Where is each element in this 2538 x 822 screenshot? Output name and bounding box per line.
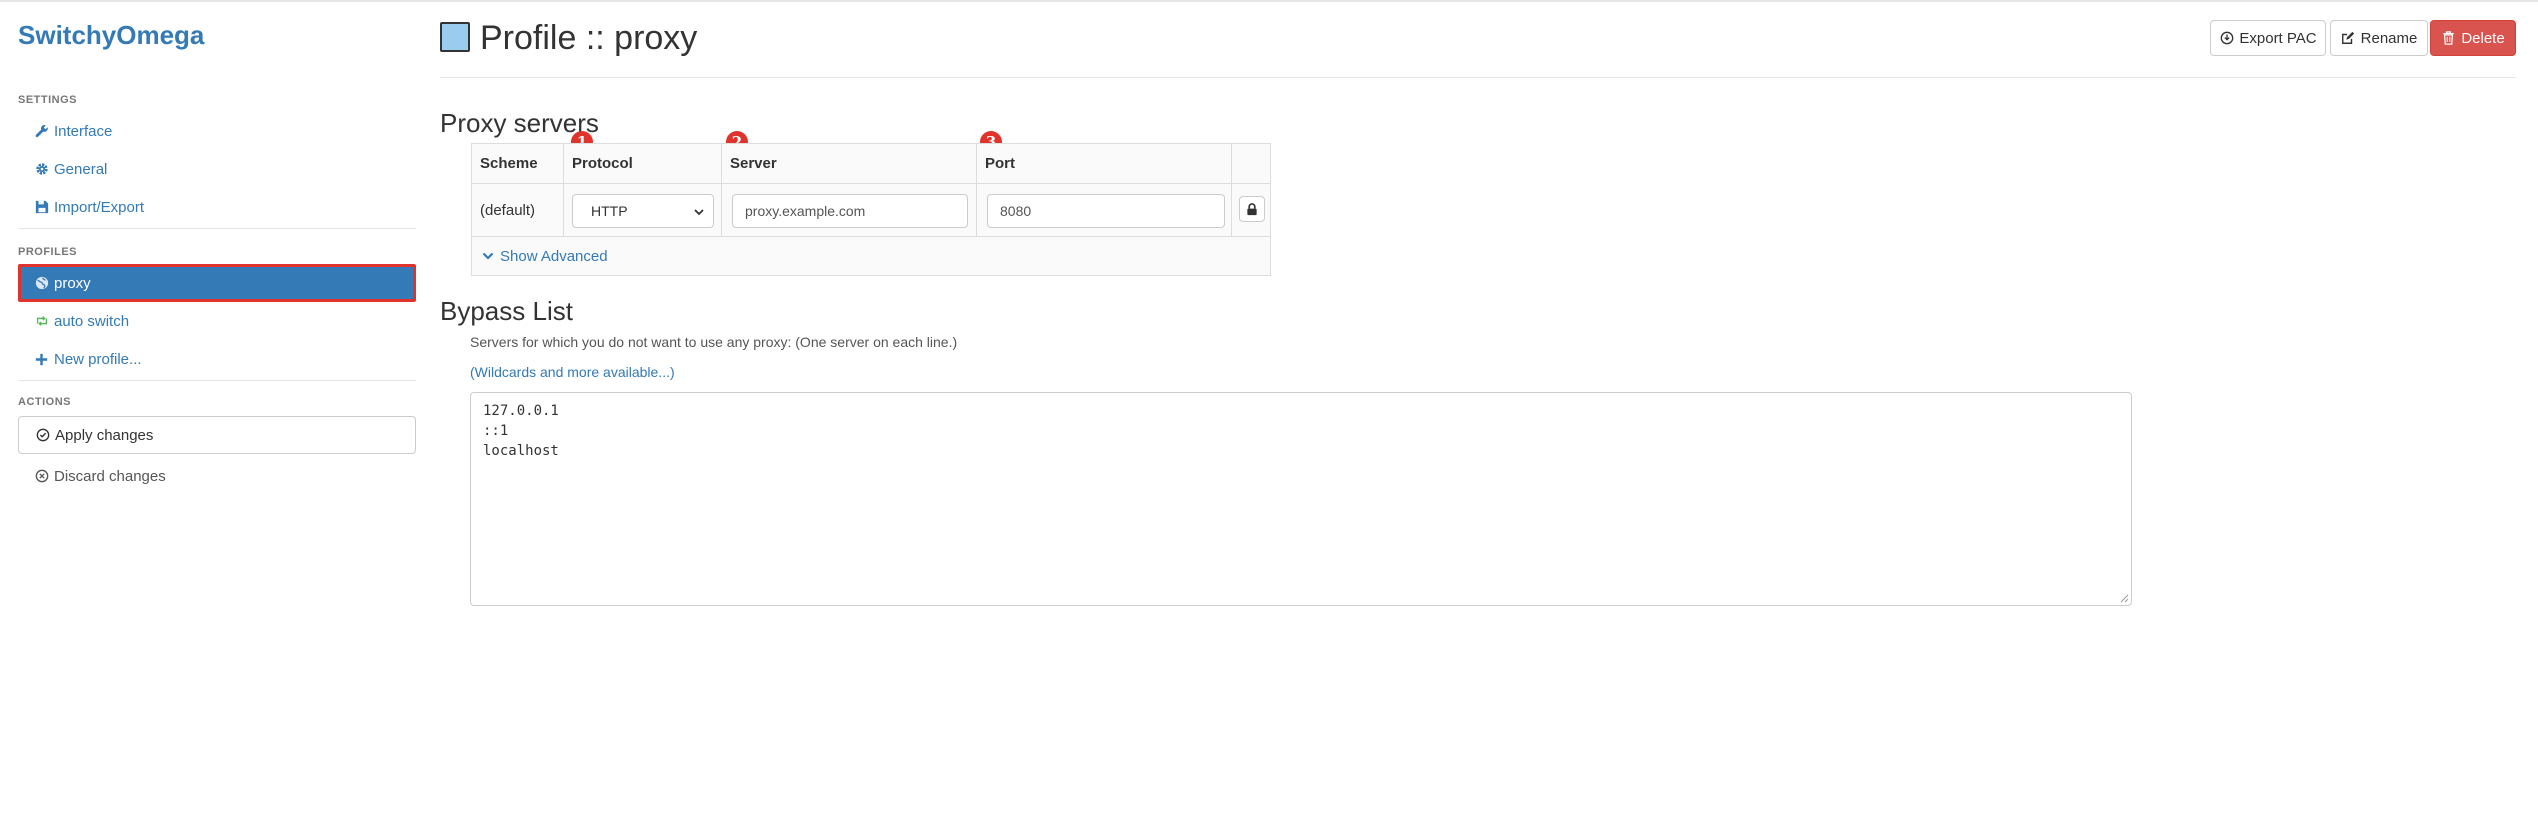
sidebar-item-label: Import/Export xyxy=(54,198,145,216)
port-input[interactable]: 8080 xyxy=(987,194,1225,228)
wildcards-help-link[interactable]: (Wildcards and more available...) xyxy=(470,364,675,380)
column-header-protocol: Protocol xyxy=(564,144,722,183)
globe-icon xyxy=(34,276,49,291)
page-header: Profile :: proxy Export PAC Rename Delet… xyxy=(440,2,2516,78)
export-pac-label: Export PAC xyxy=(2239,29,2317,47)
edit-icon xyxy=(2341,31,2356,46)
sidebar-divider xyxy=(18,228,416,229)
sidebar-divider xyxy=(18,380,416,381)
sidebar-item-label: New profile... xyxy=(54,350,142,368)
bypass-list-title: Bypass List xyxy=(440,296,573,326)
download-circle-icon xyxy=(2219,31,2234,46)
retweet-icon xyxy=(34,314,49,329)
export-pac-button[interactable]: Export PAC xyxy=(2210,20,2326,56)
show-advanced-toggle[interactable]: Show Advanced xyxy=(482,244,608,268)
sidebar: SwitchyOmega SETTINGS Interface General … xyxy=(0,2,424,822)
check-circle-icon xyxy=(35,428,50,443)
bypass-list-textarea[interactable]: 127.0.0.1 ::1 localhost xyxy=(470,392,2132,606)
gear-icon xyxy=(34,162,49,177)
table-row-divider xyxy=(472,236,1270,237)
server-input[interactable]: proxy.example.com xyxy=(732,194,968,228)
show-advanced-label: Show Advanced xyxy=(500,247,608,265)
rename-label: Rename xyxy=(2360,29,2418,47)
sidebar-item-label: Interface xyxy=(54,122,113,140)
sidebar-item-general[interactable]: General xyxy=(18,150,416,188)
brand-title[interactable]: SwitchyOmega xyxy=(18,20,204,51)
discard-changes-label: Discard changes xyxy=(54,467,166,485)
bypass-line: 127.0.0.1 xyxy=(483,403,559,419)
page-title: Profile :: proxy xyxy=(480,19,698,57)
sidebar-item-label: auto switch xyxy=(54,312,130,330)
proxy-servers-table: Scheme Protocol Server Port (default) HT… xyxy=(471,143,1271,276)
apply-changes-button[interactable]: Apply changes xyxy=(18,416,416,454)
sidebar-item-auto-switch[interactable]: auto switch xyxy=(18,302,416,340)
scheme-cell: (default) xyxy=(472,184,564,236)
column-header-port: Port xyxy=(977,144,1232,183)
server-input-value: proxy.example.com xyxy=(745,203,866,219)
sidebar-item-label: proxy xyxy=(54,274,91,292)
trash-icon xyxy=(2441,31,2456,46)
sidebar-item-proxy[interactable]: proxy xyxy=(18,264,416,302)
chevron-down-icon xyxy=(694,209,704,216)
auth-lock-button[interactable] xyxy=(1239,196,1265,222)
delete-button[interactable]: Delete xyxy=(2430,20,2516,56)
profile-color-swatch[interactable] xyxy=(440,22,470,52)
profiles-header: PROFILES xyxy=(18,246,78,258)
column-header-scheme: Scheme xyxy=(472,144,564,183)
discard-changes-button[interactable]: Discard changes xyxy=(18,458,416,494)
x-circle-icon xyxy=(34,469,49,484)
column-header-server: Server xyxy=(722,144,977,183)
protocol-select[interactable]: HTTP xyxy=(572,194,714,228)
sidebar-item-import-export[interactable]: Import/Export xyxy=(18,188,416,226)
floppy-icon xyxy=(34,200,49,215)
wrench-icon xyxy=(34,124,49,139)
resize-grip-icon[interactable] xyxy=(2119,593,2129,603)
bypass-description: Servers for which you do not want to use… xyxy=(470,334,958,350)
chevron-down-icon xyxy=(482,250,494,262)
lock-icon xyxy=(1247,202,1257,215)
protocol-select-value: HTTP xyxy=(591,203,628,219)
sidebar-item-interface[interactable]: Interface xyxy=(18,112,416,150)
apply-changes-label: Apply changes xyxy=(55,426,154,444)
rename-button[interactable]: Rename xyxy=(2330,20,2428,56)
sidebar-item-new-profile[interactable]: New profile... xyxy=(18,340,416,378)
actions-header: ACTIONS xyxy=(18,396,71,408)
settings-header: SETTINGS xyxy=(18,94,78,106)
plus-icon xyxy=(34,352,49,367)
sidebar-item-label: General xyxy=(54,160,108,178)
bypass-line: ::1 xyxy=(483,423,509,439)
port-input-value: 8080 xyxy=(1000,203,1032,219)
delete-label: Delete xyxy=(2461,29,2505,47)
bypass-line: localhost xyxy=(483,443,559,459)
